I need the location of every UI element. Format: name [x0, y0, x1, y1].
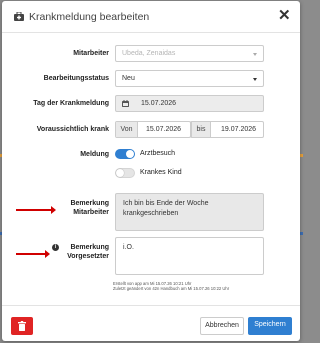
calendar-icon: [122, 100, 129, 107]
status-label: Bearbeitungsstatus: [43, 75, 109, 82]
bemerkung-vorgesetzter-value: i.O.: [123, 244, 134, 251]
delete-button[interactable]: [11, 317, 33, 335]
von-date-input[interactable]: Von 15.07.2026: [115, 121, 191, 138]
bemerkung-mitarbeiter-textarea: Ich bin bis Ende der Woche krankgeschrie…: [115, 193, 264, 231]
krankes-kind-label: Krankes Kind: [140, 169, 182, 176]
bemerkung-vorgesetzter-label-2: Vorgesetzter: [67, 253, 109, 260]
voraussichtlich-label: Voraussichtlich krank: [36, 126, 109, 133]
cancel-button[interactable]: Abbrechen: [200, 317, 244, 335]
mitarbeiter-select[interactable]: Ubeda, Zenaidas: [115, 45, 264, 62]
von-value: 15.07.2026: [146, 126, 182, 133]
dialog-footer: Abbrechen Speichern: [2, 305, 300, 341]
mitarbeiter-label: Mitarbeiter: [73, 50, 109, 57]
info-icon[interactable]: i: [52, 244, 59, 251]
save-button[interactable]: Speichern: [248, 317, 292, 335]
meldung-label: Meldung: [80, 151, 109, 158]
dialog-title: Krankmeldung bearbeiten: [29, 11, 150, 23]
bis-value: 19.07.2026: [221, 126, 257, 133]
arztbesuch-label: Arztbesuch: [140, 150, 176, 157]
toggle-knob: [116, 169, 124, 177]
bemerkung-vorgesetzter-textarea[interactable]: i.O.: [115, 237, 264, 275]
arztbesuch-toggle[interactable]: [115, 149, 135, 159]
bemerkung-mitarbeiter-label-2: Mitarbeiter: [73, 209, 109, 216]
bis-date-input[interactable]: bis 19.07.2026: [190, 121, 264, 138]
modified-info: Zuletzt geändert von 42n Handbuch am Mi …: [113, 286, 230, 291]
edit-sick-leave-dialog: Krankmeldung bearbeiten ✕ Mitarbeiter Ub…: [2, 1, 300, 341]
chevron-down-icon: [253, 78, 257, 81]
bis-addon: bis: [191, 122, 211, 137]
tag-label: Tag der Krankmeldung: [33, 100, 109, 107]
bemerkung-mitarbeiter-line-2: krankgeschrieben: [123, 210, 179, 217]
medical-kit-icon: [14, 12, 24, 21]
chevron-down-icon: [253, 53, 257, 56]
status-select[interactable]: Neu: [115, 70, 264, 87]
bemerkung-vorgesetzter-label-1: Bemerkung: [70, 244, 109, 251]
toggle-knob: [126, 150, 134, 158]
close-icon[interactable]: ✕: [278, 8, 291, 23]
annotation-arrow: [16, 250, 50, 258]
status-value: Neu: [122, 75, 135, 82]
trash-icon: [18, 321, 26, 331]
annotation-arrow: [16, 206, 56, 214]
dialog-header: Krankmeldung bearbeiten ✕: [2, 1, 300, 33]
bemerkung-mitarbeiter-line-1: Ich bin bis Ende der Woche: [123, 200, 209, 207]
tag-value: 15.07.2026: [141, 100, 177, 107]
mitarbeiter-placeholder: Ubeda, Zenaidas: [122, 50, 176, 57]
bemerkung-mitarbeiter-label-1: Bemerkung: [70, 200, 109, 207]
krankes-kind-toggle[interactable]: [115, 168, 135, 178]
von-addon: Von: [116, 122, 138, 137]
tag-date-field: 15.07.2026: [115, 95, 264, 112]
